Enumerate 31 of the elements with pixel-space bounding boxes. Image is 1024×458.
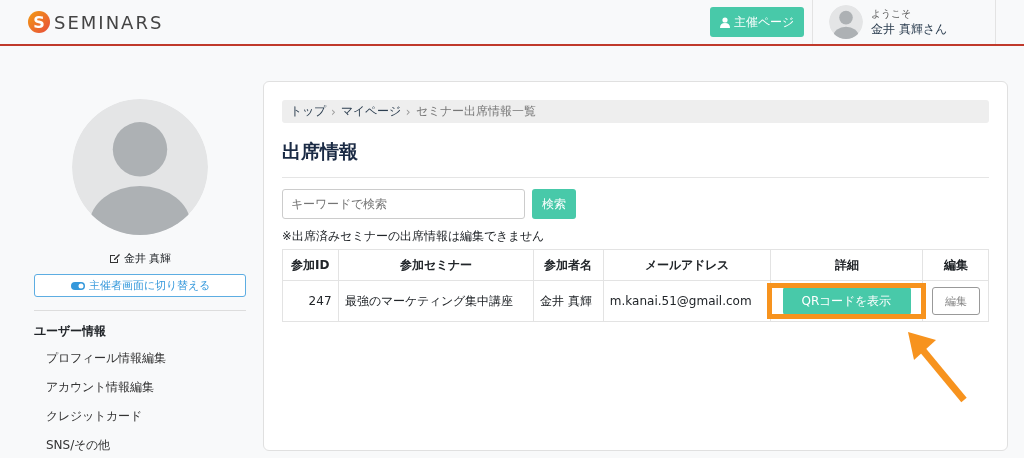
table-cell: 金井 真輝 bbox=[533, 280, 604, 322]
table-cell: m.kanai.51@gmail.com bbox=[603, 280, 771, 322]
section-title: ユーザー情報 bbox=[34, 323, 107, 340]
welcome-text: ようこそ bbox=[871, 6, 912, 21]
user-icon bbox=[720, 16, 730, 28]
column-header: 参加セミナー bbox=[338, 249, 534, 281]
edit-icon[interactable] bbox=[108, 253, 120, 264]
logo-text[interactable]: SEMINARS bbox=[54, 11, 164, 33]
user-avatar bbox=[829, 5, 863, 39]
column-header: 参加者名 bbox=[533, 249, 604, 281]
note-text: ※出席済みセミナーの出席情報は編集できません bbox=[282, 229, 545, 244]
breadcrumb-link[interactable]: マイページ bbox=[340, 103, 401, 120]
sidebar-item[interactable]: プロフィール情報編集 bbox=[34, 344, 246, 373]
sidebar-item[interactable]: SNS/その他 bbox=[34, 431, 246, 458]
search-field[interactable]: キーワードで検索 bbox=[282, 189, 525, 219]
breadcrumb-link[interactable]: トップ bbox=[290, 103, 326, 120]
page-title: 出席情報 bbox=[282, 139, 989, 178]
breadcrumb-separator: › bbox=[331, 104, 336, 119]
column-header: 編集 bbox=[922, 249, 989, 281]
sidebar-item[interactable]: アカウント情報編集 bbox=[34, 373, 246, 402]
toggle-icon bbox=[70, 281, 85, 290]
sidebar-item[interactable]: クレジットカード bbox=[34, 402, 246, 431]
breadcrumb-current: セミナー出席情報一覧 bbox=[415, 103, 536, 120]
breadcrumb-separator: › bbox=[405, 104, 411, 119]
column-header: メールアドレス bbox=[603, 249, 771, 281]
user-name[interactable]: 金井 真輝さん bbox=[871, 20, 947, 38]
column-header: 詳細 bbox=[770, 249, 923, 281]
profile-name: 金井 真輝 bbox=[123, 251, 172, 266]
table-cell: 最強のマーケティング集中講座 bbox=[338, 280, 534, 322]
column-header: 参加ID bbox=[282, 249, 338, 281]
table-cell: 247 bbox=[282, 280, 338, 322]
